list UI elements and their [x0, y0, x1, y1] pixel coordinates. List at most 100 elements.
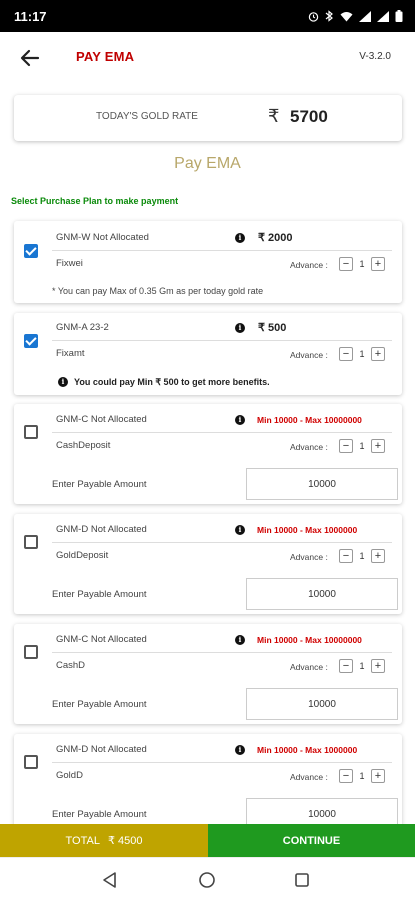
plan-note: * You can pay Max of 0.35 Gm as per toda…: [52, 286, 264, 296]
increment-button[interactable]: +: [371, 347, 385, 361]
advance-stepper: − 1 +: [339, 769, 385, 783]
advance-stepper: − 1 +: [339, 659, 385, 673]
alarm-icon: [308, 11, 319, 22]
status-bar: 11:17: [0, 0, 415, 32]
plan-type: Fixamt: [56, 348, 85, 359]
advance-quantity: 1: [359, 259, 365, 269]
select-plan-label: Select Purchase Plan to make payment: [11, 196, 179, 206]
nav-recents-icon[interactable]: [292, 870, 312, 890]
plan-type: CashDeposit: [56, 440, 111, 451]
plan-name: GNM-D Not Allocated: [56, 524, 147, 535]
app-bar: PAY EMA V-3.2.0: [0, 32, 415, 82]
plan-checkbox[interactable]: [24, 755, 38, 769]
gold-rate-label: TODAY'S GOLD RATE: [96, 111, 198, 122]
info-icon[interactable]: i: [235, 635, 245, 645]
divider: [52, 432, 392, 433]
plan-type: GoldDeposit: [56, 550, 109, 561]
divider: [52, 250, 392, 251]
page-heading: Pay EMA: [174, 155, 241, 172]
plan-name: GNM-C Not Allocated: [56, 414, 147, 425]
advance-stepper: − 1 +: [339, 549, 385, 563]
info-icon: i: [58, 377, 68, 387]
enter-amount-label: Enter Payable Amount: [52, 809, 147, 820]
decrement-button[interactable]: −: [339, 769, 353, 783]
decrement-button[interactable]: −: [339, 659, 353, 673]
plan-range: Min 10000 - Max 1000000: [257, 745, 358, 755]
info-icon[interactable]: i: [235, 745, 245, 755]
plan-type: GoldD: [56, 770, 83, 781]
plan-amount: ₹ 500: [258, 322, 287, 334]
continue-button[interactable]: CONTINUE: [208, 824, 415, 857]
plan-card: GNM-C Not Allocated i Min 10000 - Max 10…: [14, 404, 402, 504]
decrement-button[interactable]: −: [339, 347, 353, 361]
info-icon[interactable]: i: [235, 233, 245, 243]
advance-label: Advance :: [290, 772, 328, 782]
plan-name: GNM-C Not Allocated: [56, 634, 147, 645]
payable-amount-input[interactable]: [246, 578, 398, 610]
plan-checkbox[interactable]: [24, 645, 38, 659]
advance-stepper: − 1 +: [339, 439, 385, 453]
enter-amount-label: Enter Payable Amount: [52, 479, 147, 490]
plan-checkbox[interactable]: [24, 425, 38, 439]
nav-back-icon[interactable]: [100, 870, 120, 890]
advance-quantity: 1: [359, 441, 365, 451]
advance-stepper: − 1 +: [339, 257, 385, 271]
plan-range: Min 10000 - Max 10000000: [257, 635, 362, 645]
nav-home-icon[interactable]: [197, 870, 217, 890]
wifi-icon: [340, 11, 353, 22]
plan-card: GNM-C Not Allocated i Min 10000 - Max 10…: [14, 624, 402, 724]
plan-range: Min 10000 - Max 10000000: [257, 415, 362, 425]
plan-checkbox[interactable]: [24, 535, 38, 549]
advance-label: Advance :: [290, 662, 328, 672]
plan-type: CashD: [56, 660, 86, 671]
advance-stepper: − 1 +: [339, 347, 385, 361]
increment-button[interactable]: +: [371, 769, 385, 783]
page-title: PAY EMA: [76, 49, 135, 64]
advance-quantity: 1: [359, 349, 365, 359]
payable-amount-input[interactable]: [246, 688, 398, 720]
advance-label: Advance :: [290, 442, 328, 452]
plan-amount: ₹ 2000: [258, 232, 293, 244]
system-nav-bar: [0, 857, 415, 900]
enter-amount-label: Enter Payable Amount: [52, 699, 147, 710]
plan-card: GNM-A 23-2 i ₹ 500 Fixamt Advance : − 1 …: [14, 313, 402, 395]
advance-label: Advance :: [290, 350, 328, 360]
increment-button[interactable]: +: [371, 257, 385, 271]
divider: [52, 542, 392, 543]
info-icon[interactable]: i: [235, 525, 245, 535]
status-icons: [308, 10, 403, 22]
info-icon[interactable]: i: [235, 415, 245, 425]
decrement-button[interactable]: −: [339, 257, 353, 271]
plan-note: You could pay Min ₹ 500 to get more bene…: [74, 377, 270, 387]
signal-icon-2: [377, 10, 389, 22]
plan-card: GNM-W Not Allocated i ₹ 2000 Fixwei Adva…: [14, 221, 402, 303]
plan-card: GNM-D Not Allocated i Min 10000 - Max 10…: [14, 734, 402, 834]
total-value: ₹ 4500: [107, 835, 143, 847]
divider: [52, 340, 392, 341]
decrement-button[interactable]: −: [339, 439, 353, 453]
divider: [52, 652, 392, 653]
advance-label: Advance :: [290, 260, 328, 270]
plan-checkbox[interactable]: [24, 244, 38, 258]
bottom-action-bar: TOTAL ₹ 4500 CONTINUE: [0, 824, 415, 857]
advance-quantity: 1: [359, 661, 365, 671]
payable-amount-input[interactable]: [246, 468, 398, 500]
signal-icon: [359, 10, 371, 22]
increment-button[interactable]: +: [371, 659, 385, 673]
total-display: TOTAL ₹ 4500: [0, 824, 208, 857]
increment-button[interactable]: +: [371, 439, 385, 453]
gold-rate-currency: ₹: [268, 106, 280, 126]
divider: [52, 762, 392, 763]
advance-quantity: 1: [359, 551, 365, 561]
decrement-button[interactable]: −: [339, 549, 353, 563]
app-version: V-3.2.0: [359, 51, 391, 62]
increment-button[interactable]: +: [371, 549, 385, 563]
back-arrow-icon[interactable]: [18, 46, 42, 70]
plan-type: Fixwei: [56, 258, 83, 269]
plan-checkbox[interactable]: [24, 334, 38, 348]
gold-rate-card: TODAY'S GOLD RATE ₹ 5700: [14, 95, 402, 141]
plan-name: GNM-D Not Allocated: [56, 744, 147, 755]
info-icon[interactable]: i: [235, 323, 245, 333]
bluetooth-icon: [325, 10, 334, 22]
battery-icon: [395, 10, 403, 22]
